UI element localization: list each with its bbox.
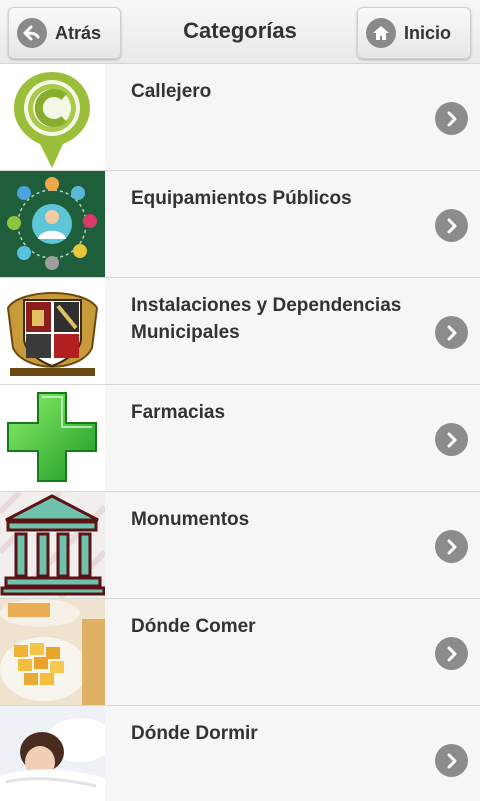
monument-temple xyxy=(0,492,105,598)
list-item-label: Instalaciones y Dependencias Municipales xyxy=(131,295,402,343)
list-item-equipamientos[interactable]: Equipamientos Públicos xyxy=(0,171,480,278)
chevron-right-icon xyxy=(435,209,468,242)
green-pharmacy-cross xyxy=(0,385,105,491)
list-item-label: Equipamientos Públicos xyxy=(131,188,352,209)
food-and-beer-photo xyxy=(0,599,105,705)
list-item-label: Monumentos xyxy=(131,509,250,530)
chevron-right-icon xyxy=(435,637,468,670)
list-item-label: Farmacias xyxy=(131,402,226,423)
category-list: Callejero Equipamientos Públicos Instala… xyxy=(0,64,480,801)
chevron-right-icon xyxy=(435,423,468,456)
list-item-instalaciones[interactable]: Instalaciones y Dependencias Municipales xyxy=(0,278,480,385)
chevron-right-icon xyxy=(435,744,468,777)
list-item-label: Dónde Dormir xyxy=(131,723,258,744)
home-button-label: Inicio xyxy=(404,22,452,43)
list-item-donde-dormir[interactable]: Dónde Dormir xyxy=(0,706,480,801)
chevron-right-icon xyxy=(435,102,468,135)
list-item-label: Callejero xyxy=(131,81,212,102)
sleeping-woman-photo xyxy=(0,706,105,801)
chevron-right-icon xyxy=(435,530,468,563)
list-item-monumentos[interactable]: Monumentos xyxy=(0,492,480,599)
list-item-label: Dónde Comer xyxy=(131,616,256,637)
public-services-icons xyxy=(0,171,105,277)
list-item-farmacias[interactable]: Farmacias xyxy=(0,385,480,492)
list-item-callejero[interactable]: Callejero xyxy=(0,64,480,171)
house-icon xyxy=(366,18,396,48)
home-button[interactable]: Inicio xyxy=(357,7,471,59)
street-map-pin-logo xyxy=(0,64,105,170)
chevron-right-icon xyxy=(435,316,468,349)
list-item-donde-comer[interactable]: Dónde Comer xyxy=(0,599,480,706)
header-bar: Atrás Categorías Inicio xyxy=(0,0,480,64)
municipal-coat-of-arms xyxy=(0,278,105,384)
